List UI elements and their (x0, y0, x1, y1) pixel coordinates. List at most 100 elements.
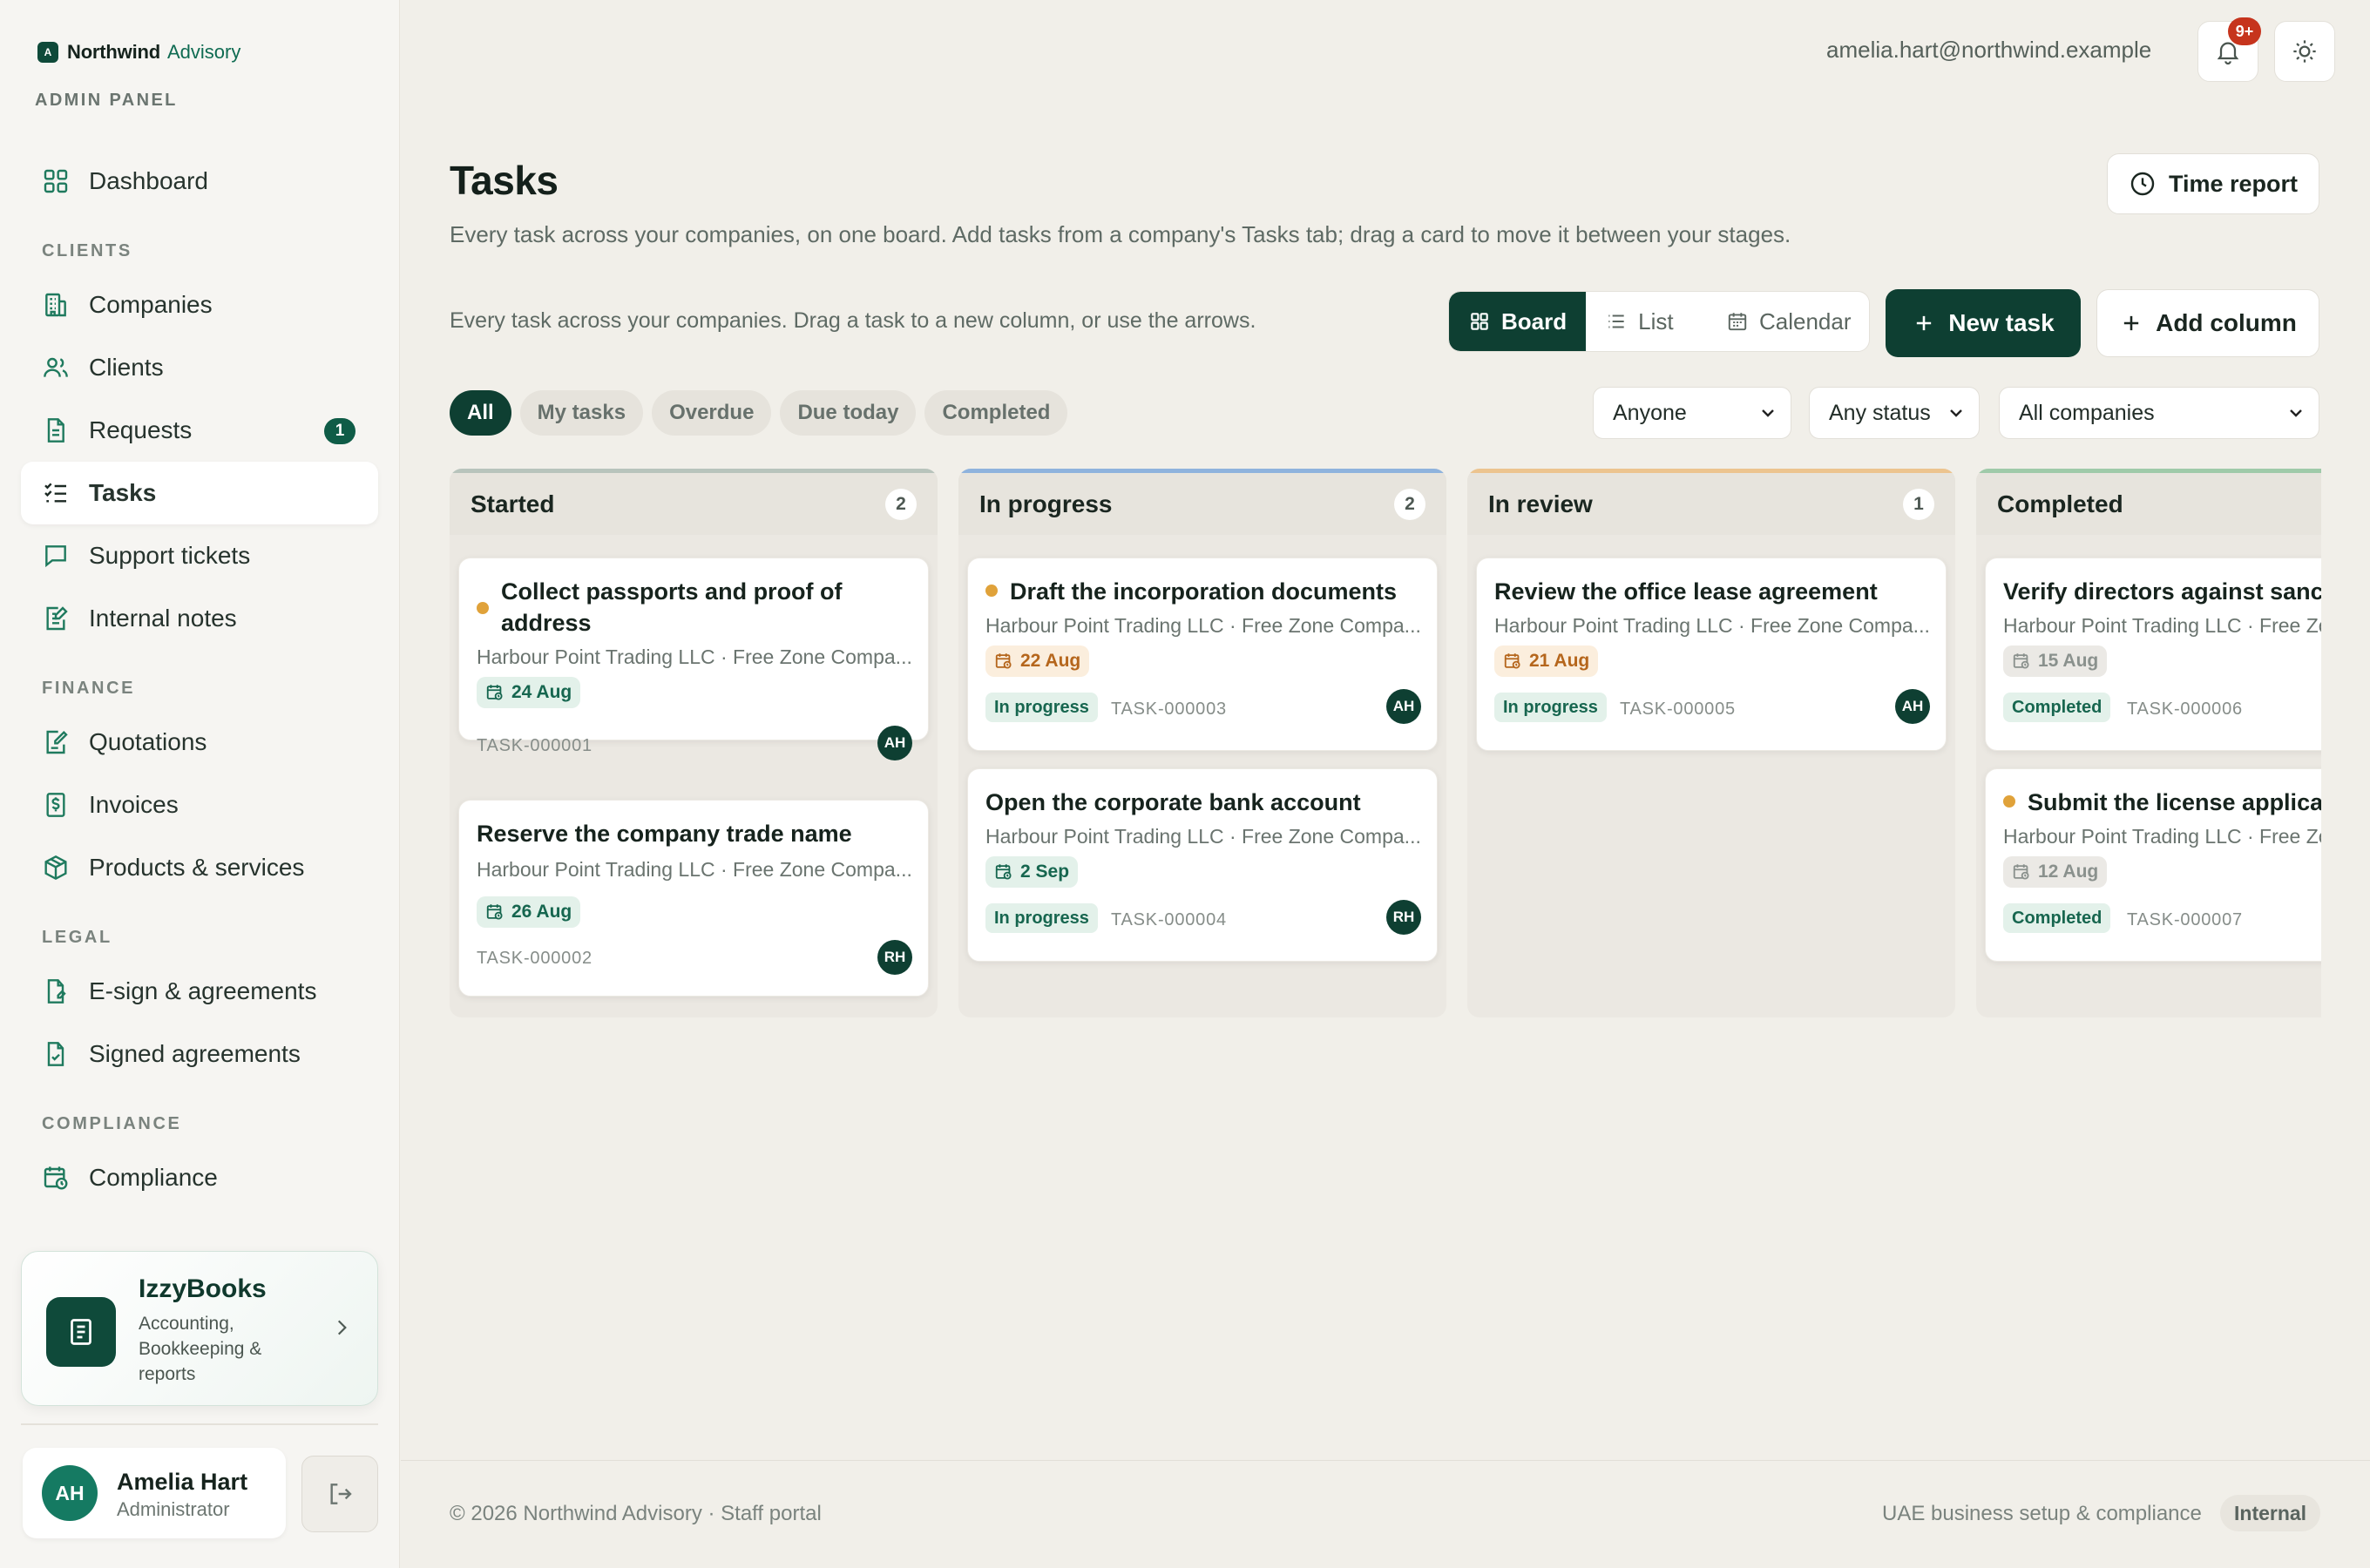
task-card[interactable]: Open the corporate bank account Harbour … (967, 768, 1438, 962)
book-icon (46, 1297, 116, 1367)
task-id: TASK-000002 (477, 949, 592, 968)
new-task-button[interactable]: New task (1886, 289, 2081, 357)
clock-icon (2129, 170, 2157, 198)
chevron-right-icon (330, 1316, 353, 1339)
calendar-clock-icon (2012, 862, 2031, 882)
izzybooks-promo-card[interactable]: IzzyBooks Accounting, Bookkeeping & repo… (21, 1251, 378, 1406)
task-card[interactable]: Collect passports and proof of address H… (458, 558, 929, 760)
company-select[interactable]: All companies (1999, 387, 2319, 439)
task-card[interactable]: Verify directors against sanctions lists… (1985, 558, 2321, 751)
status-select[interactable]: Any status (1809, 387, 1980, 439)
add-column-button[interactable]: Add column (2096, 289, 2319, 357)
chat-bubble-icon (42, 542, 70, 570)
kanban-board: Started 2 Collect passports and proof of… (450, 469, 2321, 1017)
filter-chip-overdue[interactable]: Overdue (652, 390, 772, 436)
task-id: TASK-000007 (2127, 910, 2243, 929)
assignee-avatar: AH (1386, 689, 1421, 724)
assignee-select-value: Anyone (1613, 400, 1687, 425)
sidebar-item-signed-agreements[interactable]: Signed agreements (21, 1023, 378, 1085)
time-report-button[interactable]: Time report (2107, 153, 2319, 214)
calendar-clock-icon (994, 652, 1013, 671)
column-count-badge: 1 (1903, 488, 1934, 520)
sidebar-item-dashboard[interactable]: Dashboard (21, 150, 378, 213)
filter-chip-completed[interactable]: Completed (924, 390, 1068, 436)
list-icon (1605, 310, 1628, 333)
sidebar-item-quotations[interactable]: Quotations (21, 711, 378, 774)
task-company: Harbour Point Trading LLC · Free Zone Co… (985, 825, 1421, 848)
column-header: Started 2 (450, 469, 938, 535)
sidebar-item-companies[interactable]: Companies (21, 274, 378, 336)
sidebar-item-esign[interactable]: E-sign & agreements (21, 960, 378, 1023)
task-card[interactable]: Draft the incorporation documents Harbou… (967, 558, 1438, 751)
task-title: Collect passports and proof of address (501, 578, 843, 636)
calendar-clock-icon (485, 683, 504, 702)
calendar-icon (1726, 310, 1749, 333)
task-card[interactable]: Reserve the company trade name Harbour P… (458, 800, 929, 997)
filter-chip-due-today[interactable]: Due today (780, 390, 917, 436)
sidebar-item-clients[interactable]: Clients (21, 336, 378, 399)
invoice-dollar-icon (42, 791, 70, 819)
calendar-clock-icon (485, 902, 504, 922)
user-profile-card[interactable]: AH Amelia Hart Administrator (23, 1448, 286, 1538)
task-title: Draft the incorporation documents (1010, 578, 1398, 605)
theme-toggle-button[interactable] (2274, 21, 2335, 82)
calendar-clock-icon (1503, 652, 1522, 671)
environment-badge: Internal (2220, 1495, 2321, 1531)
dashboard-grid-icon (42, 167, 70, 195)
assignee-avatar: AH (1895, 689, 1930, 724)
requests-count-badge: 1 (324, 418, 356, 444)
promo-title: IzzyBooks (139, 1274, 267, 1303)
board-column-in-progress: In progress 2 Draft the incorporation do… (958, 469, 1446, 1017)
company-select-value: All companies (2019, 400, 2155, 425)
priority-dot-icon (2003, 795, 2015, 808)
nav-section-clients: CLIENTS (42, 241, 132, 260)
task-title: Verify directors against sanctions lists (2003, 578, 2321, 605)
due-date-badge: 21 Aug (1494, 645, 1599, 677)
calendar-clock-icon (2012, 652, 2031, 671)
assignee-select[interactable]: Anyone (1593, 387, 1791, 439)
sidebar-item-compliance[interactable]: Compliance (21, 1146, 378, 1209)
task-card[interactable]: Submit the license application Harbour P… (1985, 768, 2321, 962)
logout-button[interactable] (301, 1456, 378, 1532)
view-list-button[interactable]: List (1586, 292, 1707, 351)
brand-logo[interactable]: A Northwind Advisory (37, 41, 240, 64)
brand-mark-icon: A (37, 42, 58, 63)
add-column-label: Add column (2156, 309, 2297, 336)
status-badge: In progress (985, 693, 1098, 722)
view-board-label: Board (1501, 308, 1568, 335)
note-edit-icon (42, 605, 70, 632)
due-date-label: 15 Aug (2038, 651, 2099, 671)
filter-chip-my-tasks[interactable]: My tasks (519, 390, 644, 436)
priority-dot-icon (477, 602, 489, 614)
sidebar-item-invoices[interactable]: Invoices (21, 774, 378, 836)
view-calendar-button[interactable]: Calendar (1707, 292, 1869, 351)
sidebar-divider (21, 1423, 378, 1425)
filter-chip-all[interactable]: All (450, 390, 511, 436)
task-company: Harbour Point Trading LLC · Free Zone Co… (1494, 614, 1930, 637)
column-title: Started (471, 490, 555, 517)
view-switcher: Board List Calendar (1448, 291, 1870, 352)
task-company: Harbour Point Trading LLC · Free Zone Co… (2003, 825, 2321, 848)
document-icon (42, 416, 70, 444)
sidebar-item-products[interactable]: Products & services (21, 836, 378, 899)
view-board-button[interactable]: Board (1449, 292, 1587, 351)
sidebar-item-label: Quotations (89, 728, 207, 755)
task-company: Harbour Point Trading LLC · Free Zone Co… (2003, 614, 2321, 637)
sidebar-item-label: Products & services (89, 854, 305, 881)
task-card[interactable]: Review the office lease agreement Harbou… (1476, 558, 1947, 751)
sidebar-item-tasks[interactable]: Tasks (21, 462, 378, 524)
sidebar-item-support-tickets[interactable]: Support tickets (21, 524, 378, 587)
promo-description: Accounting, Bookkeeping & reports (139, 1314, 262, 1384)
board-column-in-review: In review 1 Review the office lease agre… (1467, 469, 1955, 1017)
sidebar-item-label: Requests (89, 416, 193, 443)
sidebar-item-requests[interactable]: Requests 1 (21, 399, 378, 462)
footer-divider (401, 1460, 2370, 1461)
due-date-badge: 26 Aug (477, 896, 581, 928)
task-id: TASK-000001 (477, 736, 592, 755)
sidebar-item-internal-notes[interactable]: Internal notes (21, 587, 378, 650)
task-id: TASK-000004 (1111, 910, 1227, 929)
sidebar-item-label: Dashboard (89, 167, 208, 194)
sidebar-item-label: Internal notes (89, 605, 237, 632)
sidebar-nav: Dashboard CLIENTS Companies Clients Requ… (21, 150, 378, 1209)
sidebar-item-label: Clients (89, 354, 164, 381)
